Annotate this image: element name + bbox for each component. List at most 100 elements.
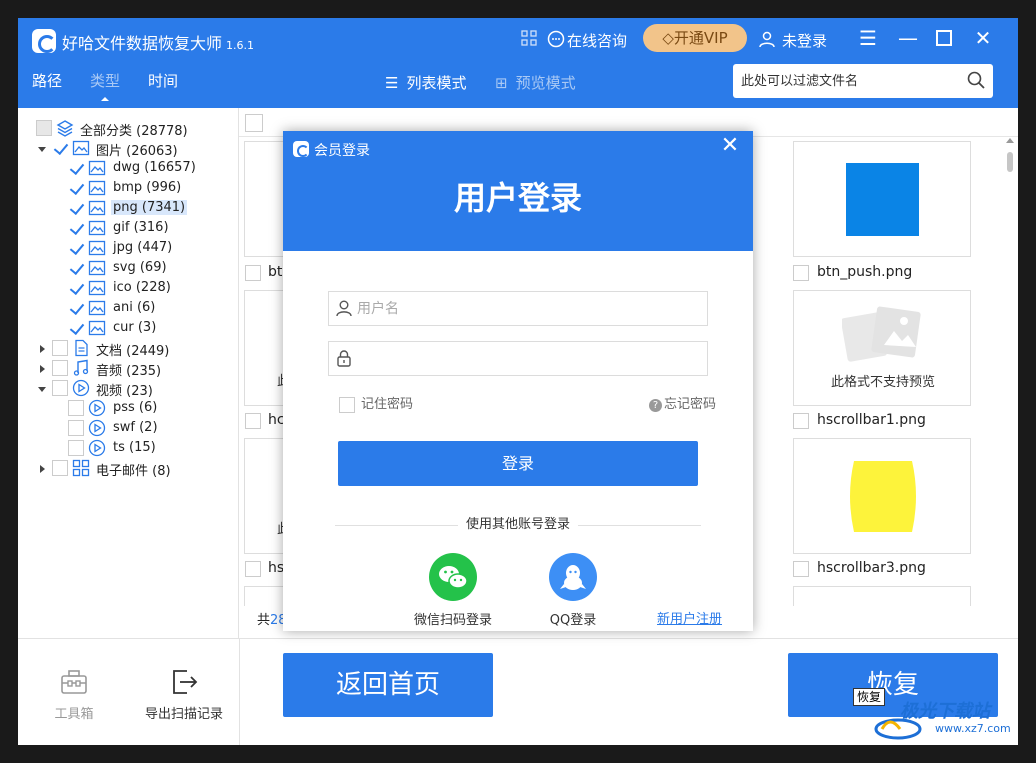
tree-item-email[interactable]: 电子邮件 (8) bbox=[22, 459, 232, 479]
qr-grid-icon[interactable] bbox=[521, 30, 537, 46]
dialog-close-icon[interactable]: ✕ bbox=[719, 135, 741, 157]
scrollbar-thumb[interactable] bbox=[1007, 152, 1013, 172]
tree-label: bmp (996) bbox=[113, 180, 182, 195]
close-icon[interactable]: ✕ bbox=[971, 26, 995, 50]
wechat-label: 微信扫码登录 bbox=[413, 613, 492, 628]
tree-item-svg[interactable]: svg (69) bbox=[22, 259, 232, 279]
password-input[interactable] bbox=[357, 349, 697, 369]
tree-item-jpg[interactable]: jpg (447) bbox=[22, 239, 232, 259]
user-icon[interactable] bbox=[758, 30, 776, 48]
tree-checkbox[interactable] bbox=[52, 360, 68, 376]
search-box bbox=[733, 64, 993, 98]
tree-checkbox[interactable] bbox=[68, 220, 84, 236]
tree-checkbox[interactable] bbox=[68, 260, 84, 276]
login-button[interactable]: 登录 bbox=[338, 441, 698, 486]
tree-label: 图片 (26063) bbox=[96, 144, 178, 159]
user-icon bbox=[336, 300, 352, 317]
tree-item-audio[interactable]: 音频 (235) bbox=[22, 359, 232, 379]
chat-bubble-icon[interactable] bbox=[547, 30, 565, 48]
tree-checkbox[interactable] bbox=[52, 460, 68, 476]
file-checkbox[interactable] bbox=[793, 413, 809, 429]
tree-checkbox[interactable] bbox=[68, 320, 84, 336]
tree-item-dwg[interactable]: dwg (16657) bbox=[22, 159, 232, 179]
tree-item-documents[interactable]: 文档 (2449) bbox=[22, 339, 232, 359]
image-icon bbox=[88, 260, 106, 276]
tree-checkbox[interactable] bbox=[52, 380, 68, 396]
return-home-button[interactable]: 返回首页 bbox=[283, 653, 493, 717]
select-all-checkbox[interactable] bbox=[245, 114, 263, 132]
tree-item-cur[interactable]: cur (3) bbox=[22, 319, 232, 339]
file-checkbox[interactable] bbox=[245, 561, 261, 577]
file-card[interactable] bbox=[793, 586, 971, 606]
expand-arrow-icon[interactable] bbox=[40, 365, 45, 373]
tab-time[interactable]: 时间 bbox=[148, 70, 178, 91]
login-status-link[interactable]: 未登录 bbox=[782, 30, 827, 51]
tree-checkbox[interactable] bbox=[52, 340, 68, 356]
forgot-password-link[interactable]: ? 忘记密码 bbox=[649, 393, 716, 412]
tree-checkbox[interactable] bbox=[68, 180, 84, 196]
file-card[interactable] bbox=[793, 141, 971, 257]
tree-checkbox[interactable] bbox=[36, 120, 52, 136]
vip-label: 开通VIP bbox=[673, 29, 728, 47]
toolbox-button[interactable]: 工具箱 bbox=[52, 667, 96, 722]
tree-item-png[interactable]: png (7341) bbox=[22, 199, 232, 219]
expand-arrow-icon[interactable] bbox=[40, 345, 45, 353]
remember-checkbox-box[interactable] bbox=[339, 396, 355, 413]
file-card[interactable] bbox=[793, 438, 971, 554]
tree-item-video[interactable]: 视频 (23) bbox=[22, 379, 232, 399]
file-checkbox[interactable] bbox=[245, 265, 261, 281]
list-mode-button[interactable]: ☰ 列表模式 bbox=[385, 72, 466, 93]
expand-arrow-icon[interactable] bbox=[40, 465, 45, 473]
menu-icon[interactable]: ☰ bbox=[856, 26, 880, 50]
preview-mode-button[interactable]: ⊞ 预览模式 bbox=[495, 72, 576, 93]
tree-item-ico[interactable]: ico (228) bbox=[22, 279, 232, 299]
preview-mode-label: 预览模式 bbox=[515, 74, 576, 92]
remember-password-checkbox[interactable]: 记住密码 bbox=[339, 393, 413, 413]
export-icon bbox=[173, 670, 198, 694]
tree-checkbox[interactable] bbox=[68, 420, 84, 436]
tree-item-ani[interactable]: ani (6) bbox=[22, 299, 232, 319]
tree-item-gif[interactable]: gif (316) bbox=[22, 219, 232, 239]
vertical-scrollbar[interactable] bbox=[1005, 138, 1015, 608]
tree-item-bmp[interactable]: bmp (996) bbox=[22, 179, 232, 199]
tree-item-swf[interactable]: swf (2) bbox=[22, 419, 232, 439]
export-scan-record-button[interactable]: 导出扫描记录 bbox=[139, 667, 229, 722]
tree-item-images[interactable]: 图片 (26063) bbox=[22, 139, 232, 159]
tree-item-pss[interactable]: pss (6) bbox=[22, 399, 232, 419]
search-icon[interactable] bbox=[967, 71, 985, 89]
file-checkbox[interactable] bbox=[245, 413, 261, 429]
tree-checkbox[interactable] bbox=[68, 400, 84, 416]
username-input[interactable] bbox=[357, 299, 697, 319]
wechat-login-button[interactable]: 微信扫码登录 bbox=[408, 553, 498, 628]
tree-label: 音频 (235) bbox=[96, 364, 162, 379]
tree-checkbox[interactable] bbox=[52, 140, 68, 156]
tree-checkbox[interactable] bbox=[68, 160, 84, 176]
tab-type[interactable]: 类型 bbox=[90, 70, 120, 101]
collapse-arrow-icon[interactable] bbox=[38, 147, 46, 152]
search-input[interactable] bbox=[741, 71, 951, 91]
tree-checkbox[interactable] bbox=[68, 240, 84, 256]
maximize-icon[interactable] bbox=[932, 26, 956, 50]
tree-checkbox[interactable] bbox=[68, 280, 84, 296]
online-consult-link[interactable]: 在线咨询 bbox=[567, 30, 627, 51]
tree-item-ts[interactable]: ts (15) bbox=[22, 439, 232, 459]
toolbox-icon bbox=[61, 670, 87, 694]
minimize-icon[interactable]: — bbox=[896, 26, 920, 50]
new-user-register-link[interactable]: 新用户注册 bbox=[657, 608, 722, 627]
login-heading: 用户登录 bbox=[453, 179, 582, 217]
tree-checkbox[interactable] bbox=[68, 440, 84, 456]
image-icon bbox=[88, 200, 106, 216]
tree-checkbox[interactable] bbox=[68, 300, 84, 316]
tab-path[interactable]: 路径 bbox=[32, 70, 62, 91]
collapse-arrow-icon[interactable] bbox=[38, 387, 46, 392]
tree-item-all[interactable]: 全部分类 (28778) bbox=[22, 119, 232, 139]
file-checkbox[interactable] bbox=[793, 265, 809, 281]
file-checkbox[interactable] bbox=[793, 561, 809, 577]
bottom-divider bbox=[239, 639, 240, 745]
file-card[interactable]: 此格式不支持预览 bbox=[793, 290, 971, 406]
open-vip-button[interactable]: ◇开通VIP bbox=[643, 24, 747, 52]
qq-login-button[interactable]: QQ登录 bbox=[528, 553, 618, 628]
image-icon bbox=[88, 300, 106, 316]
tree-checkbox[interactable] bbox=[68, 200, 84, 216]
scroll-up-arrow-icon[interactable] bbox=[1006, 138, 1014, 143]
